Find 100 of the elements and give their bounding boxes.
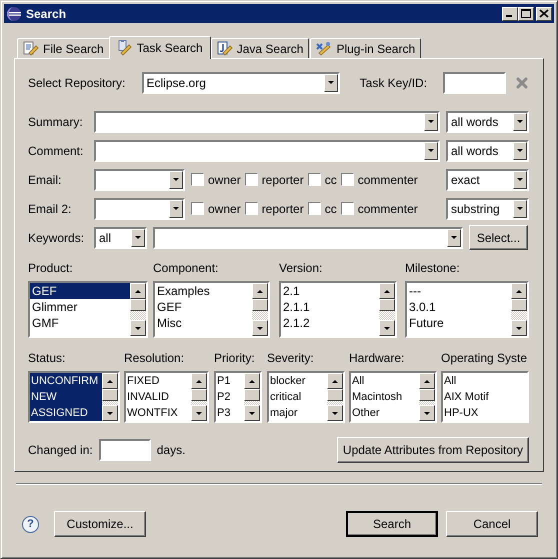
checkbox-label: cc <box>324 172 337 186</box>
list-item[interactable]: HP-UX <box>443 405 527 421</box>
list-item[interactable]: All <box>351 373 419 389</box>
match-dropdown[interactable]: substring <box>446 198 529 220</box>
java-file-flashlight-icon <box>216 40 233 56</box>
list-label: Component: <box>153 261 220 275</box>
list-item[interactable]: Other <box>351 405 419 421</box>
field-label: days. <box>156 443 186 457</box>
list-item[interactable]: Glimmer <box>30 299 130 315</box>
checkbox[interactable] <box>308 202 321 215</box>
scrollbar[interactable] <box>379 283 395 336</box>
scrollbar[interactable] <box>244 373 260 421</box>
list-item[interactable]: GEF <box>155 299 252 315</box>
list-label: Milestone: <box>405 261 461 275</box>
days-field[interactable] <box>98 439 151 461</box>
repository-dropdown[interactable]: Eclipse.org <box>142 72 340 94</box>
scrollbar[interactable] <box>191 373 207 421</box>
checkbox[interactable] <box>308 173 321 186</box>
window-title: Search <box>26 6 66 20</box>
scrollbar[interactable] <box>511 283 527 336</box>
field-label: Email 2: <box>28 202 72 216</box>
checkbox-label: cc <box>324 202 337 216</box>
scrollbar[interactable] <box>419 373 435 421</box>
list-item[interactable]: blocker <box>269 373 327 389</box>
close-button[interactable] <box>536 6 552 20</box>
checkbox[interactable] <box>191 173 204 186</box>
scrollbar[interactable] <box>252 283 268 336</box>
close-icon <box>539 9 549 18</box>
list-box[interactable]: P1 P2 P3 <box>214 371 262 423</box>
tab[interactable]: Plug-in Search <box>310 38 422 58</box>
list-item[interactable]: All <box>443 373 527 389</box>
list-item[interactable]: AIX Motif <box>443 389 527 405</box>
list-item[interactable]: 2.1.2 <box>281 315 379 331</box>
tab[interactable]: Java Search <box>210 38 310 58</box>
list-item[interactable]: critical <box>269 389 327 405</box>
list-box[interactable]: FIXED INVALID WONTFIX <box>124 371 209 423</box>
field-label: Changed in: <box>28 443 93 457</box>
list-item[interactable]: 3.0.1 <box>407 299 511 315</box>
match-dropdown[interactable]: all words <box>446 110 529 132</box>
list-item[interactable]: GMF <box>30 315 130 331</box>
list-item[interactable]: WONTFIX <box>126 405 191 421</box>
field-label: Email: <box>28 172 62 186</box>
keywords-dropdown[interactable] <box>153 226 463 248</box>
list-item[interactable]: major <box>269 405 327 421</box>
scrollbar[interactable] <box>102 373 118 421</box>
maximize-button[interactable] <box>518 6 534 20</box>
list-box[interactable]: All AIX Motif HP-UX <box>441 371 529 423</box>
list-label: Priority: <box>214 351 256 365</box>
list-item[interactable]: INVALID <box>126 389 191 405</box>
match-dropdown[interactable]: all words <box>446 140 529 162</box>
select-button[interactable]: Select... <box>469 225 528 250</box>
dialog-button[interactable]: Cancel <box>446 511 538 537</box>
field-label: Keywords: <box>28 230 86 244</box>
checkbox[interactable] <box>340 173 354 186</box>
checkbox-label: owner <box>208 202 241 216</box>
tab[interactable]: Task Search <box>108 36 211 59</box>
list-box[interactable]: --- 3.0.1 Future <box>405 281 529 338</box>
minimize-button[interactable] <box>502 6 518 20</box>
list-label: Version: <box>279 261 324 275</box>
maximize-icon <box>521 9 531 18</box>
list-item[interactable]: P1 <box>216 373 244 389</box>
list-box[interactable]: 2.1 2.1.1 2.1.2 <box>279 281 397 338</box>
list-item[interactable]: Examples <box>155 283 252 299</box>
list-item[interactable]: --- <box>407 283 511 299</box>
scrollbar[interactable] <box>130 283 146 336</box>
list-box[interactable]: Examples GEF Misc <box>153 281 270 338</box>
list-item[interactable]: 2.1.1 <box>281 299 379 315</box>
checkbox[interactable] <box>244 173 258 186</box>
update-attributes-button[interactable]: Update Attributes from Repository <box>336 437 529 463</box>
list-box[interactable]: All Macintosh Other <box>349 371 437 423</box>
list-item[interactable]: P2 <box>216 389 244 405</box>
list-item[interactable]: 2.1 <box>281 283 379 299</box>
email-dropdown[interactable] <box>94 198 185 220</box>
list-label: Hardware: <box>349 351 406 365</box>
task-key-field[interactable] <box>443 72 506 94</box>
list-item[interactable]: Future <box>407 315 511 331</box>
text-combo-field[interactable] <box>94 140 440 162</box>
checkbox[interactable] <box>244 202 258 215</box>
field-label: Summary: <box>28 114 84 128</box>
help-icon[interactable]: ? <box>22 516 39 532</box>
text-combo-field[interactable] <box>94 110 440 132</box>
checkbox-label: reporter <box>262 202 304 216</box>
list-item[interactable]: GEF <box>30 283 130 299</box>
list-box[interactable]: blocker critical major <box>267 371 345 423</box>
scrollbar[interactable] <box>327 373 343 421</box>
list-item[interactable]: FIXED <box>126 373 191 389</box>
checkbox[interactable] <box>191 202 204 215</box>
list-box[interactable]: UNCONFIRM NEW ASSIGNED <box>28 371 120 423</box>
dialog-button[interactable]: Search <box>346 511 438 537</box>
list-item[interactable]: Misc <box>155 315 252 331</box>
keyword-mode-dropdown[interactable]: all <box>94 226 147 248</box>
checkbox-label: commenter <box>358 172 418 186</box>
list-item[interactable]: P3 <box>216 405 244 421</box>
match-dropdown[interactable]: exact <box>446 168 529 190</box>
dialog-button[interactable]: Customize... <box>54 511 146 537</box>
email-dropdown[interactable] <box>94 168 185 190</box>
checkbox[interactable] <box>340 202 354 215</box>
list-box[interactable]: GEF Glimmer GMF <box>28 281 148 338</box>
list-item[interactable]: Macintosh <box>351 389 419 405</box>
list-label: Status: <box>28 351 66 365</box>
